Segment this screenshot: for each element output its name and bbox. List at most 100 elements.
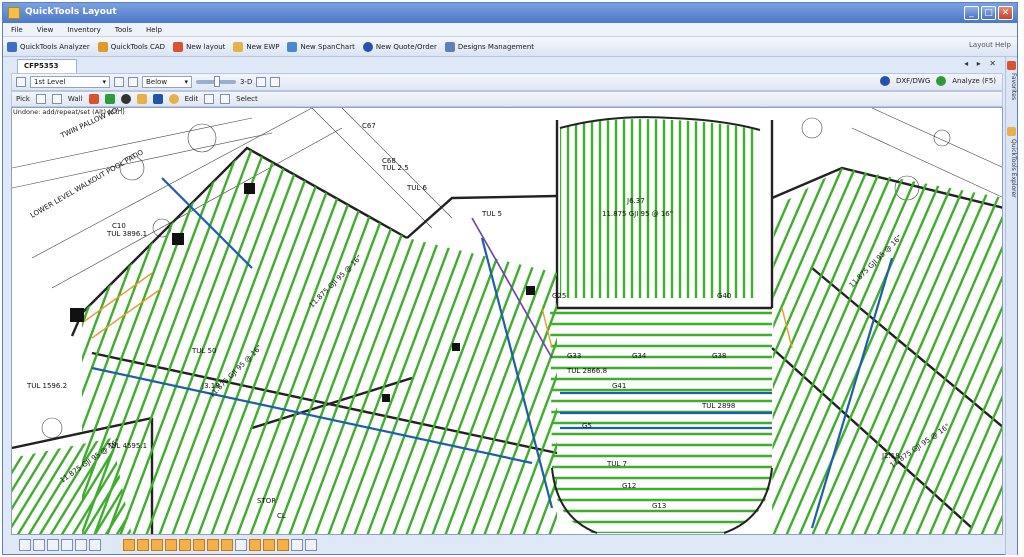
tab-cfp5353[interactable]: CFP5353 xyxy=(17,59,77,73)
joist-line[interactable] xyxy=(456,108,618,535)
edit-tool[interactable]: Edit xyxy=(185,95,199,103)
joist-line[interactable] xyxy=(274,108,438,535)
joist-line[interactable] xyxy=(940,168,1003,535)
view-select[interactable]: Below ▾ xyxy=(142,76,192,88)
joist-line[interactable] xyxy=(12,108,46,535)
drawing-label[interactable]: C67 xyxy=(362,122,376,130)
floor-icon[interactable] xyxy=(114,77,124,87)
zoom-window-icon[interactable] xyxy=(61,539,73,551)
properties-icon[interactable] xyxy=(263,539,275,551)
joist-line[interactable] xyxy=(604,168,764,535)
dimension-icon[interactable] xyxy=(168,94,179,104)
joist-line[interactable] xyxy=(443,108,605,535)
level-select[interactable]: 1st Level ▾ xyxy=(30,76,110,88)
joist-line[interactable] xyxy=(144,108,308,535)
drawing-canvas[interactable]: TWIN PALLOW ROOM LEVEL PATIO LOWER LEVEL … xyxy=(11,107,1003,535)
drawing-label[interactable]: G41 xyxy=(612,382,626,390)
menu-tools[interactable]: Tools xyxy=(115,23,132,36)
wall-tool[interactable]: Wall xyxy=(68,95,83,103)
joist-line[interactable] xyxy=(157,108,321,535)
drawing-label[interactable]: G5 xyxy=(582,422,592,430)
layers-icon[interactable] xyxy=(16,77,26,87)
new-layout-button[interactable]: New layout xyxy=(173,41,225,52)
hanger-icon[interactable] xyxy=(136,94,147,104)
menu-file[interactable]: File xyxy=(11,23,23,36)
designs-management-button[interactable]: Designs Management xyxy=(444,41,534,52)
joist-line[interactable] xyxy=(669,168,831,535)
highlight-icon[interactable] xyxy=(277,539,289,551)
joist-line[interactable] xyxy=(222,108,386,535)
drawing-label[interactable]: 11.875 GJI 95 @ 16" xyxy=(602,210,673,218)
joist-line[interactable] xyxy=(248,108,412,535)
joist-line[interactable] xyxy=(508,108,670,535)
joist-line[interactable] xyxy=(810,168,974,535)
dxf-dwg-button[interactable]: DXF/DWG xyxy=(896,77,930,85)
joist-line[interactable] xyxy=(339,108,503,535)
joist-line[interactable] xyxy=(118,108,282,535)
close-button[interactable]: ✕ xyxy=(998,6,1013,20)
cad-button[interactable]: QuickTools CAD xyxy=(97,41,165,52)
side-tab-favorites[interactable]: Favorites xyxy=(1007,73,1017,100)
drawing-label[interactable]: J2.18 xyxy=(881,452,900,460)
side-tab-explorer[interactable]: QuickTools Explorer xyxy=(1007,139,1017,198)
text-icon[interactable] xyxy=(220,94,231,104)
joist-line[interactable] xyxy=(547,108,709,535)
joist-line[interactable] xyxy=(313,108,477,535)
drawing-label[interactable]: TUL 5 xyxy=(481,210,502,218)
beam-icon[interactable] xyxy=(88,94,99,104)
joist-line[interactable] xyxy=(630,168,792,535)
joist-line[interactable] xyxy=(772,168,935,535)
drawing-label[interactable]: TUL 7 xyxy=(606,460,627,468)
print-icon[interactable] xyxy=(270,77,281,87)
joist-line[interactable] xyxy=(68,108,230,535)
drawing-label[interactable]: STOR xyxy=(257,497,276,505)
layer-icon[interactable] xyxy=(249,539,261,551)
joist-line[interactable] xyxy=(42,108,204,535)
joist-line[interactable] xyxy=(914,168,1003,535)
joist-line[interactable] xyxy=(352,108,516,535)
drawing-label[interactable]: G25 xyxy=(552,292,566,300)
joist-line[interactable] xyxy=(417,108,579,535)
new-ewp-button[interactable]: New EWP xyxy=(233,41,279,52)
title-bar[interactable]: QuickTools Layout _ □ ✕ xyxy=(3,3,1017,23)
redo-icon[interactable] xyxy=(51,94,62,104)
endpoint-icon[interactable] xyxy=(165,539,177,551)
drawing-label[interactable]: TUL 2866.8 xyxy=(566,367,607,375)
floor-plan-drawing[interactable]: TWIN PALLOW ROOM LEVEL PATIOLOWER LEVEL … xyxy=(12,108,1003,535)
maximize-button[interactable]: □ xyxy=(981,6,996,20)
joist-line[interactable] xyxy=(170,108,334,535)
joist-line[interactable] xyxy=(784,168,948,535)
joist-group-center-top[interactable] xyxy=(560,108,768,308)
joist-line[interactable] xyxy=(378,108,542,535)
drawing-label[interactable]: G12 xyxy=(622,482,636,490)
drawing-label[interactable]: TUL 3896.1 xyxy=(106,230,147,238)
new-spanchart-button[interactable]: New SpanChart xyxy=(287,41,355,52)
slider-knob[interactable] xyxy=(214,76,220,87)
drawing-label[interactable]: TUL 6 xyxy=(406,184,428,192)
measure-icon[interactable] xyxy=(235,539,247,551)
joist-line[interactable] xyxy=(287,108,451,535)
undo-icon[interactable] xyxy=(35,94,46,104)
pick-tool[interactable]: Pick xyxy=(16,95,30,103)
joist-line[interactable] xyxy=(326,108,490,535)
joist-line[interactable] xyxy=(823,168,987,535)
opacity-slider[interactable] xyxy=(196,76,236,87)
joist-group-left[interactable] xyxy=(12,108,709,535)
select-tool[interactable]: Select xyxy=(236,95,258,103)
joist-line[interactable] xyxy=(92,108,256,535)
drawing-label[interactable]: G34 xyxy=(632,352,647,360)
joist-line[interactable] xyxy=(235,108,399,535)
menu-help[interactable]: Help xyxy=(146,23,162,36)
joist-line[interactable] xyxy=(12,108,72,535)
zoom-in-icon[interactable] xyxy=(33,539,45,551)
joist-line[interactable] xyxy=(797,168,961,535)
grid-icon[interactable] xyxy=(256,77,267,87)
drawing-label[interactable]: G40 xyxy=(717,292,731,300)
drawing-label[interactable]: CL xyxy=(277,512,286,520)
explorer-icon[interactable] xyxy=(1007,127,1016,136)
joist-icon[interactable] xyxy=(104,94,115,104)
drawing-label[interactable]: G13 xyxy=(652,502,666,510)
zoom-out-icon[interactable] xyxy=(47,539,59,551)
analyzer-button[interactable]: QuickTools Analyzer xyxy=(7,41,90,52)
settings-icon[interactable] xyxy=(305,539,317,551)
